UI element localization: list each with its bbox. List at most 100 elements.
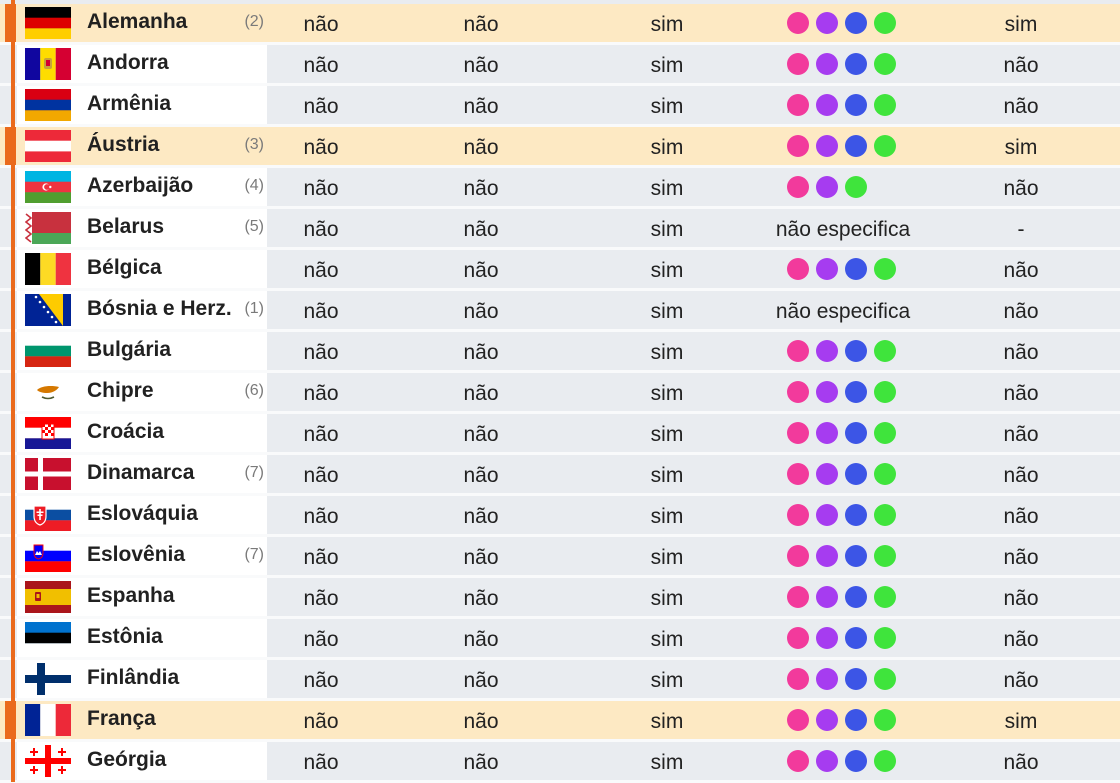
value-c2: não (463, 218, 499, 241)
color-dots (787, 504, 903, 526)
table-row: Eslovênia (7) não não sim não (0, 537, 1120, 578)
germany-flag (25, 7, 71, 39)
blue-dot-icon (845, 709, 867, 731)
color-dots (787, 463, 903, 485)
blue-dot-icon (845, 381, 867, 403)
pink-dot-icon (787, 750, 809, 772)
value-c2: não (463, 505, 499, 528)
value-c1: não (303, 218, 339, 241)
purple-dot-icon (816, 668, 838, 690)
value-c1: não (303, 136, 339, 159)
country-name[interactable]: Croácia (87, 420, 164, 444)
country-name[interactable]: Eslováquia (87, 502, 198, 526)
blue-dot-icon (845, 627, 867, 649)
table-row: Chipre (6) não não sim não (0, 373, 1120, 414)
country-name[interactable]: Finlândia (87, 666, 179, 690)
spain-flag (25, 581, 71, 613)
country-name[interactable]: Andorra (87, 51, 169, 75)
country-name[interactable]: Bósnia e Herz. (87, 297, 232, 321)
country-name[interactable]: Bulgária (87, 338, 171, 362)
color-dots (787, 668, 903, 690)
blue-dot-icon (845, 504, 867, 526)
pink-dot-icon (787, 135, 809, 157)
value-c3: sim (650, 751, 684, 774)
green-dot-icon (874, 381, 896, 403)
country-name[interactable]: Bélgica (87, 256, 162, 280)
country-name[interactable]: Chipre (87, 379, 154, 403)
purple-dot-icon (816, 53, 838, 75)
color-dots (787, 12, 903, 34)
azerbaijan-flag (25, 171, 71, 203)
value-c3: sim (650, 382, 684, 405)
green-dot-icon (874, 545, 896, 567)
value-c2: não (463, 710, 499, 733)
country-name[interactable]: Azerbaijão (87, 174, 193, 198)
pink-dot-icon (787, 176, 809, 198)
footnote-ref[interactable]: (3) (244, 136, 264, 154)
value-c5: não (1003, 423, 1039, 446)
country-name[interactable]: Eslovênia (87, 543, 185, 567)
country-name[interactable]: Estônia (87, 625, 163, 649)
country-name[interactable]: Dinamarca (87, 461, 194, 485)
country-name[interactable]: Armênia (87, 92, 171, 116)
value-c5: não (1003, 505, 1039, 528)
country-name[interactable]: Belarus (87, 215, 164, 239)
pink-dot-icon (787, 258, 809, 280)
blue-dot-icon (845, 135, 867, 157)
value-c3: sim (650, 13, 684, 36)
value-c5: não (1003, 54, 1039, 77)
value-c3: sim (650, 423, 684, 446)
value-c5: não (1003, 341, 1039, 364)
value-c3: sim (650, 259, 684, 282)
footnote-ref[interactable]: (1) (244, 300, 264, 318)
armenia-flag (25, 89, 71, 121)
country-name[interactable]: França (87, 707, 156, 731)
value-c5: sim (1004, 710, 1038, 733)
country-name[interactable]: Geórgia (87, 748, 166, 772)
value-c5: não (1003, 464, 1039, 487)
value-c2: não (463, 628, 499, 651)
table-row: Belarus (5) não não sim não especifica - (0, 209, 1120, 250)
footnote-ref[interactable]: (2) (244, 13, 264, 31)
blue-dot-icon (845, 340, 867, 362)
pink-dot-icon (787, 586, 809, 608)
table-row: Espanha não não sim não (0, 578, 1120, 619)
footnote-ref[interactable]: (7) (244, 546, 264, 564)
value-c5: não (1003, 751, 1039, 774)
purple-dot-icon (816, 627, 838, 649)
value-c2: não (463, 587, 499, 610)
value-c2: não (463, 13, 499, 36)
value-c5: não (1003, 587, 1039, 610)
green-dot-icon (874, 504, 896, 526)
value-c1: não (303, 751, 339, 774)
country-name[interactable]: Alemanha (87, 10, 187, 34)
footnote-ref[interactable]: (4) (244, 177, 264, 195)
footnote-ref[interactable]: (5) (244, 218, 264, 236)
value-c1: não (303, 259, 339, 282)
slovenia-flag (25, 540, 71, 572)
belarus-flag (25, 212, 71, 244)
blue-dot-icon (845, 668, 867, 690)
green-dot-icon (874, 422, 896, 444)
value-c5: não (1003, 177, 1039, 200)
green-dot-icon (874, 709, 896, 731)
purple-dot-icon (816, 135, 838, 157)
footnote-ref[interactable]: (6) (244, 382, 264, 400)
footnote-ref[interactable]: (7) (244, 464, 264, 482)
table-row: Azerbaijão (4) não não sim não (0, 168, 1120, 209)
purple-dot-icon (816, 545, 838, 567)
value-c3: sim (650, 587, 684, 610)
table-row: Bósnia e Herz. (1) não não sim não especifica… (0, 291, 1120, 332)
pink-dot-icon (787, 340, 809, 362)
value-c3: sim (650, 669, 684, 692)
value-c1: não (303, 300, 339, 323)
cyprus-flag (25, 376, 71, 408)
value-c5: não (1003, 300, 1039, 323)
finland-flag (25, 663, 71, 695)
value-c2: não (463, 95, 499, 118)
country-name[interactable]: Espanha (87, 584, 175, 608)
table-row: Bélgica não não sim não (0, 250, 1120, 291)
table-row: Áustria (3) não não sim sim (0, 127, 1120, 168)
value-c1: não (303, 710, 339, 733)
country-name[interactable]: Áustria (87, 133, 159, 157)
